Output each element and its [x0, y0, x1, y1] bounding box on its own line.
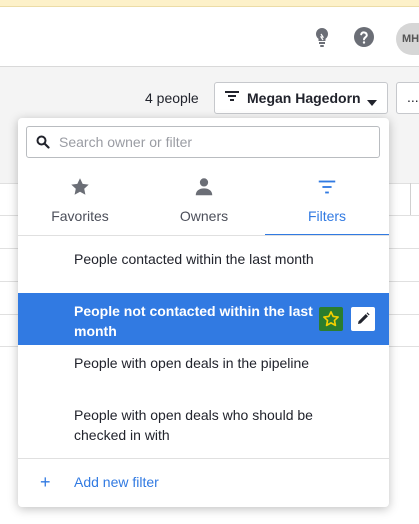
lightbulb-icon[interactable] — [310, 25, 334, 49]
filter-label: People with open deals who should be che… — [74, 407, 313, 443]
tab-favorites[interactable]: Favorites — [18, 170, 142, 236]
table-column-divider — [410, 183, 411, 215]
tab-label: Filters — [307, 208, 347, 224]
person-icon — [193, 176, 215, 203]
tab-label: Favorites — [51, 208, 109, 224]
search-box[interactable] — [26, 126, 380, 158]
star-icon — [69, 176, 91, 203]
filter-label: People contacted within the last month — [74, 251, 314, 267]
owner-filter-label: Megan Hagedorn — [247, 90, 361, 106]
add-new-filter-button[interactable]: + Add new filter — [18, 459, 389, 507]
filter-lines-icon — [225, 89, 239, 107]
search-icon — [36, 135, 50, 154]
tab-owners[interactable]: Owners — [142, 170, 266, 236]
list-item[interactable]: People contacted within the last month — [18, 241, 389, 293]
item-actions — [319, 307, 375, 331]
filter-label: People not contacted within the last mon… — [74, 303, 313, 339]
edit-pencil-icon[interactable] — [351, 307, 375, 331]
notification-strip — [0, 0, 419, 7]
help-icon[interactable] — [352, 25, 376, 49]
tabs-divider — [18, 235, 389, 236]
avatar[interactable]: MH — [396, 23, 419, 55]
filter-list: People contacted within the last month P… — [18, 241, 389, 449]
chevron-down-icon — [367, 94, 377, 112]
people-count: 4 people — [145, 90, 199, 106]
list-item[interactable]: People with open deals who should be che… — [18, 397, 389, 449]
list-item[interactable]: People with open deals in the pipeline — [18, 345, 389, 397]
search-input[interactable] — [59, 132, 369, 152]
tab-filters[interactable]: Filters — [265, 170, 389, 236]
filter-label: People with open deals in the pipeline — [74, 355, 310, 371]
tab-label: Owners — [179, 208, 229, 224]
top-bar: MH — [0, 7, 419, 67]
plus-icon: + — [40, 472, 51, 492]
more-options-button[interactable]: ... — [396, 82, 419, 114]
favorite-star-icon[interactable] — [319, 307, 343, 331]
list-item[interactable]: People not contacted within the last mon… — [18, 293, 389, 345]
filter-icon — [316, 176, 338, 203]
dropdown-tabs: Favorites Owners Filters — [18, 170, 389, 236]
owner-filter-dropdown: Favorites Owners Filters — [18, 118, 389, 507]
add-filter-label: Add new filter — [74, 474, 159, 490]
owner-filter-button[interactable]: Megan Hagedorn — [214, 82, 388, 114]
